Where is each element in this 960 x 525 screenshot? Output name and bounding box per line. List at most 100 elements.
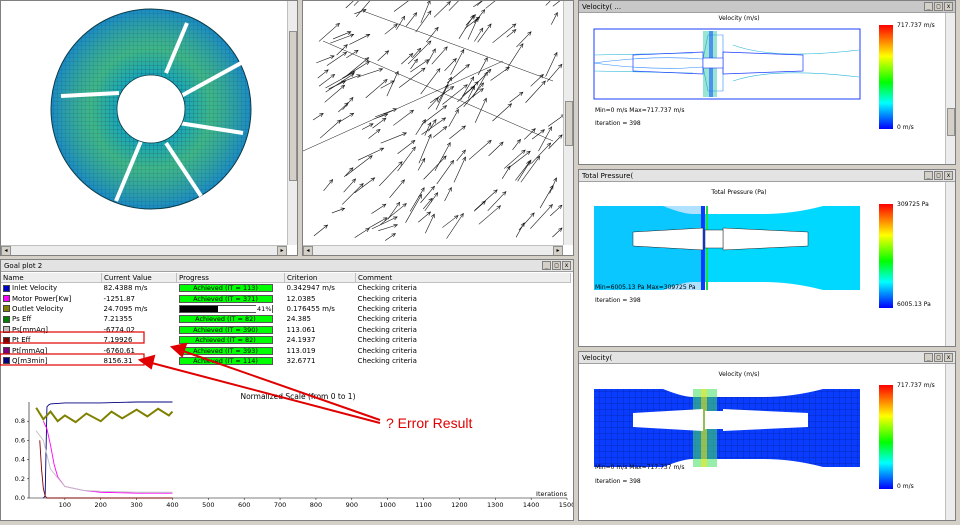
column-header-value[interactable]: Current Value bbox=[101, 273, 177, 283]
goal-progress: Achieved (IT = 371) bbox=[177, 293, 285, 303]
flow-vector bbox=[448, 109, 459, 127]
goal-row[interactable]: Outlet Velocity 24.7095 m/s 41% 0.176455… bbox=[1, 304, 571, 314]
total-pressure-titlebar[interactable]: Total Pressure( _ □ x bbox=[579, 170, 955, 182]
minimize-icon[interactable]: _ bbox=[924, 2, 933, 11]
flow-vector bbox=[552, 1, 561, 7]
goal-plot-titlebar[interactable]: Goal plot 2 _ □ x bbox=[1, 260, 573, 272]
flow-vector bbox=[432, 126, 447, 138]
minimize-icon[interactable]: _ bbox=[924, 353, 933, 362]
flow-vector bbox=[326, 51, 347, 66]
x-tick-label: 700 bbox=[274, 501, 286, 509]
scroll-left-icon[interactable]: ◂ bbox=[303, 246, 313, 255]
flow-vector bbox=[346, 50, 359, 59]
total-pressure-max-label: 309725 Pa bbox=[897, 201, 929, 208]
flow-vector-head bbox=[420, 187, 425, 192]
goal-table-header: Name Current Value Progress Criterion Co… bbox=[1, 273, 571, 283]
flow-vector-head bbox=[519, 43, 524, 48]
series-color-swatch bbox=[3, 357, 10, 365]
series-color-swatch bbox=[3, 347, 10, 355]
x-axis-label: Iterations bbox=[536, 490, 568, 498]
goal-row[interactable]: Inlet Velocity 82.4388 m/s Achieved (IT … bbox=[1, 283, 571, 294]
x-tick-label: 1000 bbox=[379, 501, 396, 509]
minimize-icon[interactable]: _ bbox=[542, 261, 551, 270]
flow-vector bbox=[446, 213, 464, 239]
x-tick-label: 500 bbox=[202, 501, 214, 509]
flow-vector bbox=[433, 1, 451, 18]
flow-vector bbox=[384, 233, 396, 241]
flow-vector bbox=[515, 161, 530, 181]
flow-vector bbox=[324, 84, 345, 103]
flow-vector bbox=[449, 125, 466, 140]
goal-comment: Checking criteria bbox=[357, 304, 417, 313]
column-header-criterion[interactable]: Criterion bbox=[284, 273, 356, 283]
goal-name: Outlet Velocity bbox=[1, 304, 102, 314]
progress-bar: Achieved (IT = 82) bbox=[178, 336, 273, 345]
flow-vector bbox=[444, 58, 457, 72]
flow-vector bbox=[345, 155, 373, 177]
flow-vector bbox=[530, 204, 553, 229]
flow-vector bbox=[378, 224, 398, 232]
maximize-icon[interactable]: □ bbox=[934, 353, 943, 362]
disc-vertical-scrollbar[interactable] bbox=[287, 1, 297, 245]
velocity-bottom-vertical-scrollbar[interactable] bbox=[945, 364, 955, 520]
progress-bar: Achieved (IT = 113) bbox=[178, 284, 273, 293]
scroll-right-icon[interactable]: ▸ bbox=[553, 246, 563, 255]
progress-bar: Achieved (IT = 114) bbox=[178, 356, 273, 365]
flow-vector bbox=[420, 68, 441, 95]
flow-vector bbox=[343, 178, 356, 193]
fan-disc-image bbox=[50, 8, 252, 210]
maximize-icon[interactable]: □ bbox=[552, 261, 561, 270]
close-icon[interactable]: x bbox=[944, 2, 953, 11]
goal-row[interactable]: Motor Power[Kw] -1251.87 Achieved (IT = … bbox=[1, 293, 571, 303]
maximize-icon[interactable]: □ bbox=[934, 171, 943, 180]
flow-vector-head bbox=[365, 228, 370, 232]
chart-title: Normalized Scale (from 0 to 1) bbox=[240, 392, 355, 401]
x-tick-label: 1500 bbox=[559, 501, 573, 509]
total-pressure-minmax: Min=6005.13 Pa Max=309725 Pa bbox=[595, 284, 696, 291]
goal-current-value: -1251.87 bbox=[103, 294, 135, 303]
flow-vector bbox=[434, 142, 451, 171]
maximize-icon[interactable]: □ bbox=[934, 2, 943, 11]
disc-horizontal-scrollbar[interactable]: ◂ ▸ bbox=[1, 245, 287, 255]
close-icon[interactable]: x bbox=[944, 353, 953, 362]
velocity-top-vertical-scrollbar[interactable] bbox=[945, 13, 955, 164]
flow-vector bbox=[492, 103, 512, 122]
flow-vector-head bbox=[459, 212, 464, 218]
minimize-icon[interactable]: _ bbox=[924, 171, 933, 180]
flow-vector bbox=[405, 12, 417, 27]
flow-vector bbox=[379, 161, 403, 187]
flow-vector bbox=[477, 57, 488, 75]
vector-horizontal-scrollbar[interactable]: ◂ ▸ bbox=[303, 245, 563, 255]
goal-row[interactable]: Q[m3min] 8156.31 Achieved (IT = 114) 32.… bbox=[1, 356, 571, 366]
velocity-top-titlebar[interactable]: Velocity( ... _ □ x bbox=[579, 1, 955, 13]
flow-vector bbox=[415, 119, 426, 136]
goal-convergence-chart: 0.0 0.2 0.4 0.6 0.8 100 200 300 400 500 600 700 800 9… bbox=[1, 390, 573, 520]
goal-criterion: 32.6771 bbox=[286, 356, 316, 365]
close-icon[interactable]: x bbox=[562, 261, 571, 270]
scroll-right-icon[interactable]: ▸ bbox=[277, 246, 287, 255]
scroll-left-icon[interactable]: ◂ bbox=[1, 246, 11, 255]
x-tick-label: 1100 bbox=[415, 501, 432, 509]
goal-row[interactable]: Pt Eff 7.19926 Achieved (IT = 82) 24.193… bbox=[1, 335, 571, 345]
flow-vector bbox=[325, 71, 355, 89]
flow-vector bbox=[456, 149, 466, 162]
x-tick-label: 800 bbox=[310, 501, 322, 509]
flow-vector bbox=[418, 211, 431, 223]
column-header-comment[interactable]: Comment bbox=[355, 273, 571, 283]
column-header-name[interactable]: Name bbox=[1, 273, 102, 283]
progress-bar: Achieved (IT = 82) bbox=[178, 315, 273, 324]
vector-vertical-scrollbar[interactable] bbox=[563, 1, 573, 245]
flow-vector bbox=[446, 64, 470, 84]
flow-vector bbox=[332, 31, 351, 40]
total-pressure-colorbar bbox=[879, 204, 893, 308]
total-pressure-plot-title: Total Pressure (Pa) bbox=[711, 189, 767, 196]
y-tick-label: 0.6 bbox=[15, 436, 25, 444]
flow-vector bbox=[539, 185, 554, 209]
goal-row[interactable]: Pt[mmAq] -6760.61 Achieved (IT = 393) 11… bbox=[1, 345, 571, 355]
total-pressure-vertical-scrollbar[interactable] bbox=[945, 182, 955, 346]
goal-row[interactable]: Ps Eff 7.21355 Achieved (IT = 82) 24.385… bbox=[1, 314, 571, 324]
close-icon[interactable]: x bbox=[944, 171, 953, 180]
goal-row[interactable]: Ps[mmAq] -6774.02 Achieved (IT = 390) 11… bbox=[1, 325, 571, 335]
velocity-bottom-titlebar[interactable]: Velocity( _ □ x bbox=[579, 352, 955, 364]
column-header-progress[interactable]: Progress bbox=[176, 273, 285, 283]
